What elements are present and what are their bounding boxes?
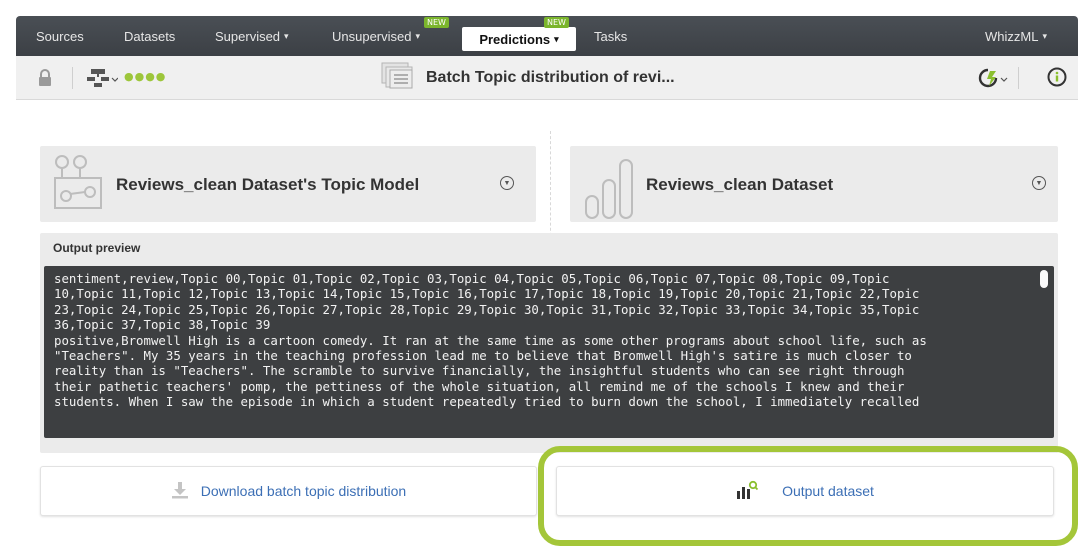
topic-model-title[interactable]: Reviews_clean Dataset's Topic Model <box>116 175 419 195</box>
chevron-down-icon: ▾ <box>284 30 289 41</box>
resource-title: Batch Topic distribution of revi... <box>380 62 675 95</box>
nav-datasets-label: Datasets <box>124 28 176 44</box>
output-dataset-label: Output dataset <box>782 483 874 499</box>
card-divider <box>550 131 551 246</box>
nav-supervised-label: Supervised <box>215 28 281 44</box>
nav-predictions[interactable]: Predictions ▾ <box>462 27 576 51</box>
lock-icon[interactable] <box>38 69 52 92</box>
chevron-down-icon[interactable]: ▼ <box>500 176 514 190</box>
nav-supervised[interactable]: Supervised ▾ <box>215 16 289 56</box>
nav-tasks[interactable]: Tasks <box>594 16 627 56</box>
toolbar-divider <box>72 67 73 89</box>
new-badge: NEW <box>544 17 569 28</box>
nav-datasets[interactable]: Datasets <box>124 16 175 56</box>
topic-model-card[interactable]: Reviews_clean Dataset's Topic Model ▼ <box>40 146 536 222</box>
download-icon <box>171 481 189 502</box>
nav-sources[interactable]: Sources <box>36 16 84 56</box>
output-preview-content: sentiment,review,Topic 00,Topic 01,Topic… <box>54 271 927 410</box>
chevron-down-icon: ▾ <box>415 30 421 41</box>
output-dataset-button[interactable]: Output dataset <box>556 466 1054 516</box>
nav-sources-label: Sources <box>36 28 84 44</box>
info-icon[interactable] <box>1047 67 1067 92</box>
top-navbar: Sources Datasets Supervised ▾ Unsupervis… <box>16 16 1078 56</box>
preview-scrollbar[interactable] <box>1040 270 1048 288</box>
dataset-card[interactable]: Reviews_clean Dataset ▼ <box>570 146 1058 222</box>
download-batch-button[interactable]: Download batch topic distribution <box>40 466 537 516</box>
page-title: Batch Topic distribution of revi... <box>426 69 675 86</box>
status-dots: ●●●● <box>124 70 167 83</box>
workflow-icon[interactable] <box>86 68 119 93</box>
resource-toolbar: ●●●● Batch Topic distribution of revi... <box>16 56 1078 100</box>
nav-whizzml[interactable]: WhizzML ▾ <box>985 16 1047 56</box>
nav-unsupervised[interactable]: Unsupervised ▾ <box>332 16 420 56</box>
app-frame: Sources Datasets Supervised ▾ Unsupervis… <box>16 16 1078 547</box>
output-preview-text-box[interactable]: sentiment,review,Topic 00,Topic 01,Topic… <box>44 266 1054 438</box>
reify-icon[interactable] <box>978 68 1008 93</box>
dataset-icon <box>584 158 636 225</box>
chevron-down-icon: ▾ <box>554 33 559 44</box>
batch-distribution-icon <box>380 62 416 95</box>
dataset-title[interactable]: Reviews_clean Dataset <box>646 175 833 195</box>
nav-predictions-label: Predictions <box>479 31 551 47</box>
output-preview-panel: Output preview sentiment,review,Topic 00… <box>40 233 1058 453</box>
nav-unsupervised-label: Unsupervised <box>332 28 412 44</box>
chevron-down-icon[interactable]: ▼ <box>1032 176 1046 190</box>
chevron-down-icon: ▾ <box>1042 30 1047 41</box>
nav-whizzml-label: WhizzML <box>985 28 1039 44</box>
download-batch-label: Download batch topic distribution <box>200 483 407 499</box>
toolbar-divider <box>1018 67 1019 89</box>
topic-model-icon <box>54 152 102 221</box>
nav-tasks-label: Tasks <box>594 28 628 44</box>
new-badge: NEW <box>424 17 449 28</box>
output-preview-label: Output preview <box>53 241 141 255</box>
dataset-search-icon <box>736 480 759 503</box>
